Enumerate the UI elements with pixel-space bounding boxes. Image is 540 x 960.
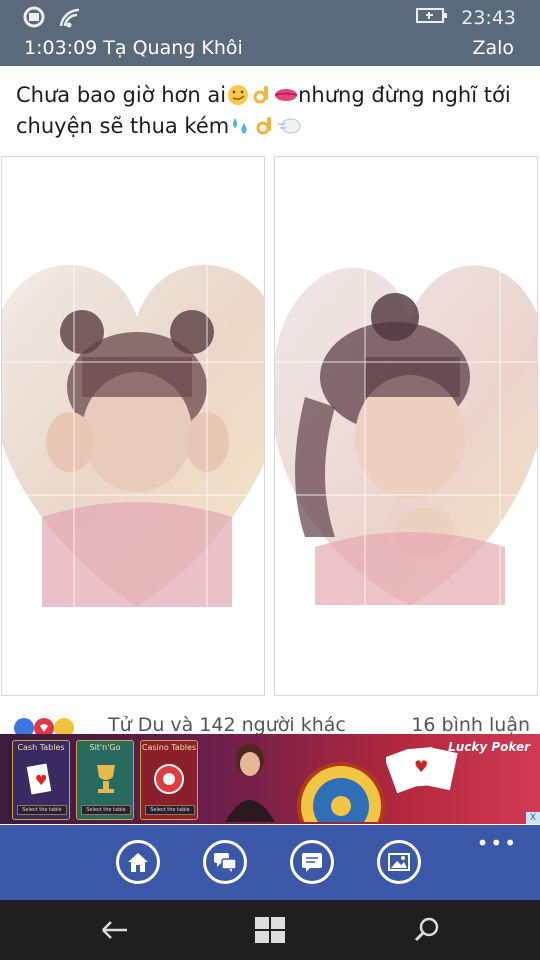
ad-card-casino-tables: Casino Tables Select the table [140, 740, 198, 820]
status-bar: 23:43 [0, 0, 540, 34]
ad-close-button[interactable]: X [526, 812, 540, 824]
message-icon [302, 853, 322, 872]
battery-charging-icon [415, 5, 449, 30]
ok-hand-emoji-icon-2 [253, 115, 277, 137]
sweat-drops-emoji-icon [229, 115, 253, 137]
app-bar: ••• [0, 825, 540, 900]
clock: 23:43 [461, 6, 516, 29]
reaction-icons [14, 716, 78, 736]
wifi-icon [58, 6, 82, 32]
ad-card-sit-n-go: Sit'n'Go Select the table [76, 740, 134, 820]
kiss-emoji-icon [274, 84, 298, 106]
ad-select-button: Select the table [145, 805, 195, 815]
likes-text[interactable]: Tử Du và 142 người khác [108, 714, 346, 736]
app-name: Zalo [472, 37, 514, 59]
home-button[interactable] [116, 840, 160, 884]
reactions-row[interactable]: Tử Du và 142 người khác 16 bình luận [14, 714, 534, 736]
ad-banner[interactable]: Cash Tables ♥ Select the table Sit'n'Go … [0, 734, 540, 824]
search-button[interactable] [410, 913, 444, 947]
photo-left[interactable] [1, 156, 265, 696]
ad-select-button: Select the table [17, 805, 67, 815]
ok-hand-emoji-icon [250, 84, 274, 106]
search-icon [414, 917, 439, 942]
ad-card-cash-tables: Cash Tables ♥ Select the table [12, 740, 70, 820]
signal-icon [22, 6, 46, 32]
photo-grid [0, 156, 540, 696]
ad-brand: Lucky Poker [448, 740, 530, 754]
ad-dealer-figure [225, 744, 275, 822]
ad-select-button: Select the table [81, 805, 131, 815]
image-icon [388, 853, 410, 871]
image-button[interactable] [377, 840, 421, 884]
photo-right[interactable] [274, 156, 538, 696]
chat-icon [214, 853, 237, 872]
ad-roulette-wheel [297, 762, 385, 822]
home-icon [128, 853, 148, 872]
message-button[interactable] [290, 840, 334, 884]
windows-icon [255, 917, 285, 943]
svg-text:♥: ♥ [35, 773, 48, 789]
more-options-button[interactable]: ••• [477, 831, 518, 855]
system-nav-bar [0, 900, 540, 960]
comments-text[interactable]: 16 bình luận [411, 714, 530, 736]
chat-title: 1:03:09 Tạ Quang Khôi [24, 37, 243, 59]
title-bar: 1:03:09 Tạ Quang Khôi Zalo [0, 34, 540, 66]
ad-card-label: Sit'n'Go [89, 743, 121, 752]
dash-emoji-icon [277, 115, 301, 137]
svg-text:♥: ♥ [414, 757, 428, 776]
ad-card-label: Casino Tables [141, 743, 197, 752]
chat-button[interactable] [203, 840, 247, 884]
back-icon [102, 921, 127, 939]
ad-card-label: Cash Tables [17, 743, 65, 752]
back-button[interactable] [98, 913, 132, 947]
smirk-emoji-icon [226, 84, 250, 106]
post-text: Chưa bao giờ hơn ai nhưng đừng nghĩ tới c… [16, 80, 526, 142]
post-text-part1: Chưa bao giờ hơn ai [16, 83, 227, 107]
windows-start-button[interactable] [253, 913, 287, 947]
